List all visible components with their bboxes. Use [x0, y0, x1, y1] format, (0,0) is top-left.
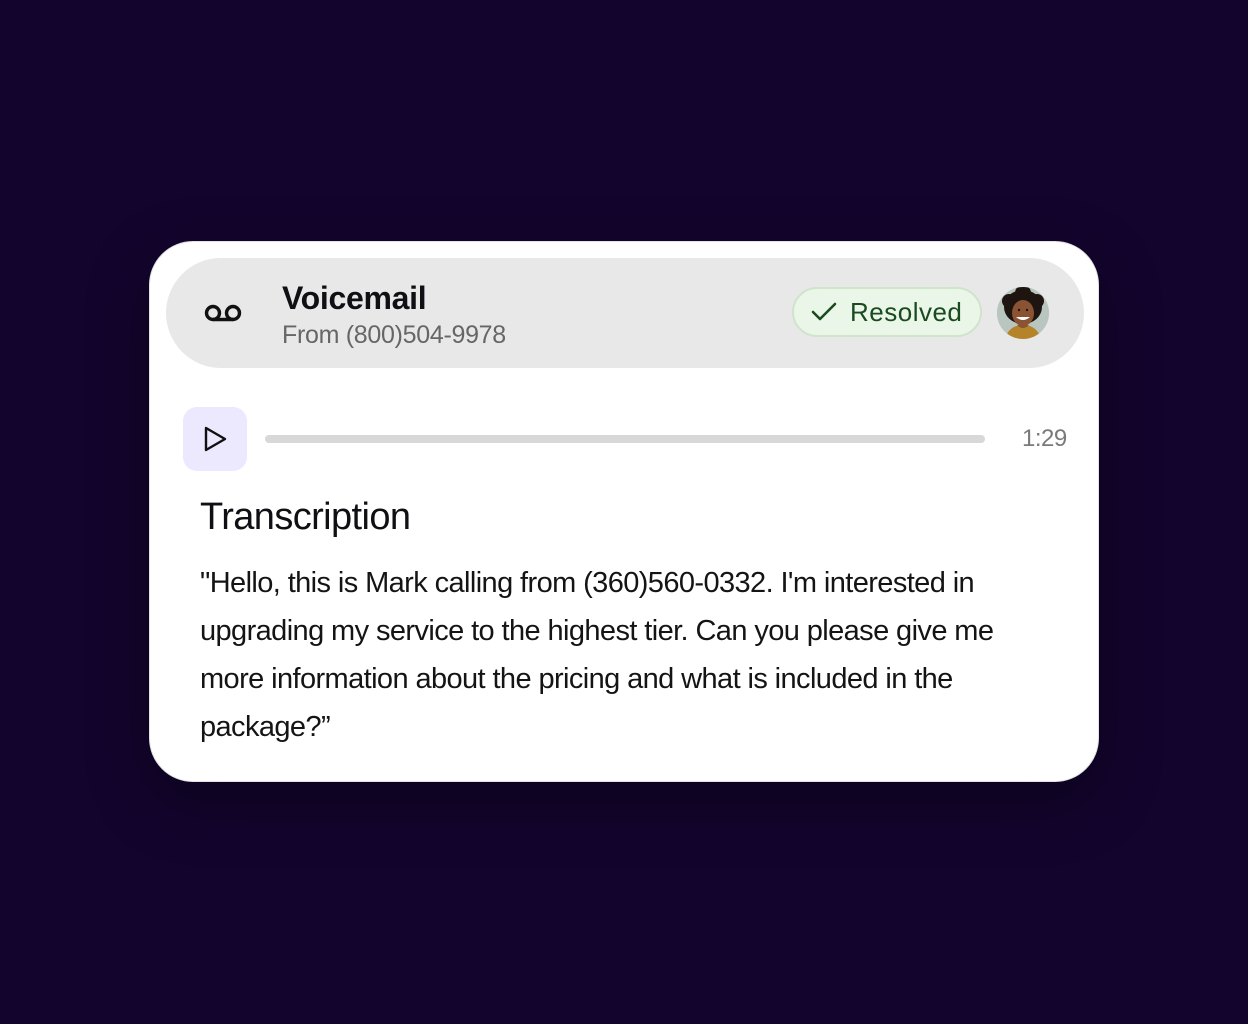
voicemail-title: Voicemail	[282, 280, 427, 316]
audio-progress-track[interactable]	[265, 435, 985, 443]
play-button[interactable]	[183, 407, 247, 471]
transcription-text: "Hello, this is Mark calling from (360)5…	[200, 567, 994, 743]
caller-number: From (800)504-9978	[282, 321, 506, 349]
voicemail-card: Voicemail From (800)504-9978 Resolved 1:…	[149, 241, 1099, 782]
voicemail-header: Voicemail From (800)504-9978 Resolved	[166, 258, 1084, 368]
status-label: Resolved	[850, 297, 963, 327]
check-icon	[811, 302, 837, 322]
transcription-heading: Transcription	[200, 496, 411, 538]
audio-duration: 1:29	[1022, 425, 1067, 452]
status-badge[interactable]: Resolved	[792, 287, 982, 337]
play-icon	[204, 426, 227, 452]
avatar[interactable]	[997, 287, 1049, 339]
voicemail-icon	[204, 301, 242, 325]
